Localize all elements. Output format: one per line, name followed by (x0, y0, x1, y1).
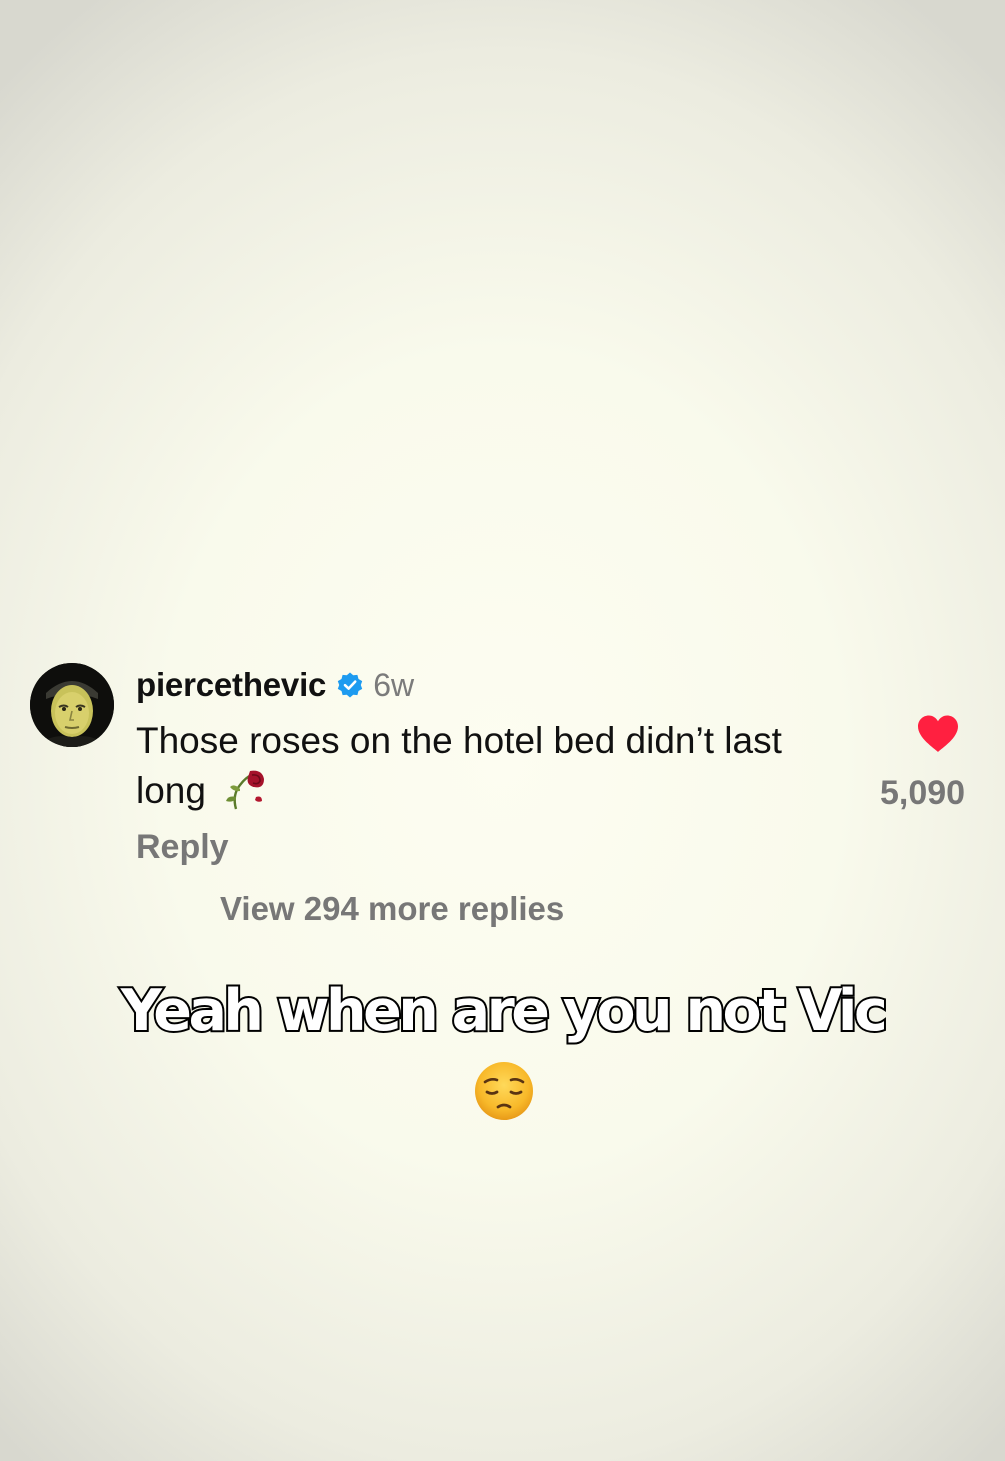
avatar[interactable] (30, 663, 114, 747)
comment-header: piercethevic 6w (136, 662, 414, 708)
comment-body: Those roses on the hotel bed didn’t last… (136, 716, 856, 815)
wilted-rose-icon (226, 770, 265, 810)
view-replies-button[interactable]: View 294 more replies (220, 890, 564, 928)
comment-block: piercethevic 6w Those roses on the hotel… (0, 0, 1005, 1461)
reply-button[interactable]: Reply (136, 828, 229, 867)
heart-icon[interactable] (916, 714, 960, 754)
like-count: 5,090 (880, 774, 966, 812)
username[interactable]: piercethevic (136, 666, 326, 704)
video-caption: Yeah when are you not Vic (119, 976, 890, 1046)
verified-badge-icon (338, 672, 363, 698)
pensive-face-emoji (475, 1062, 533, 1120)
timestamp: 6w (373, 666, 415, 703)
